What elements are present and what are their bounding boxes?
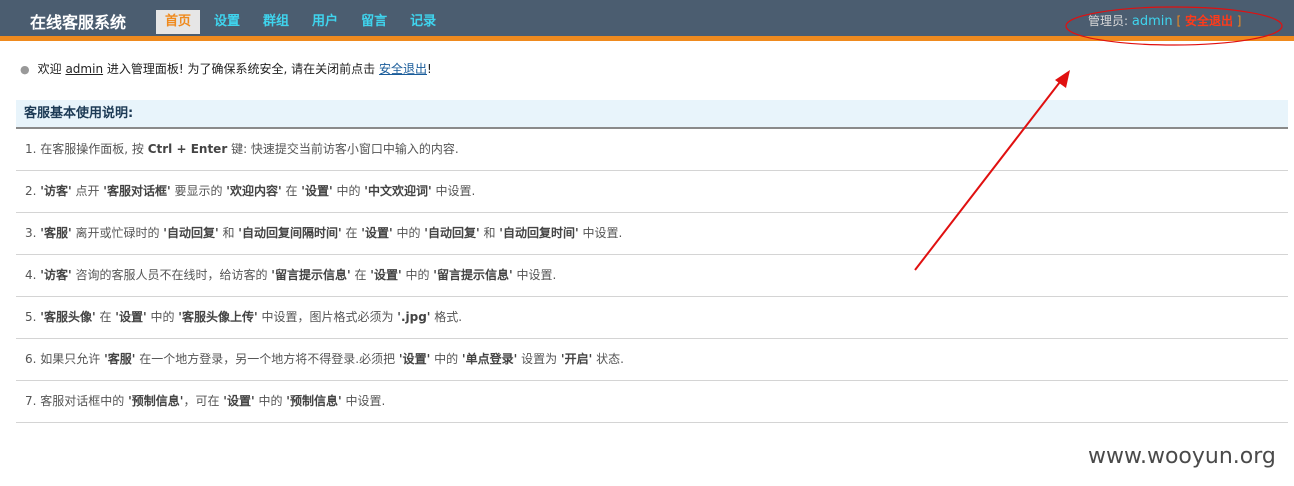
instruction-text: 离开或忙碌时的 <box>71 226 164 240</box>
bracket-open: [ <box>1176 14 1182 28</box>
nav-home[interactable]: 首页 <box>156 10 201 34</box>
instruction-keyword: '留言提示信息' <box>271 268 351 282</box>
instruction-text: 状态. <box>592 352 624 366</box>
nav-records[interactable]: 记录 <box>401 10 445 34</box>
instruction-keyword: Ctrl + Enter <box>147 142 228 156</box>
instruction-text: 和 <box>218 226 239 240</box>
instructions-list: 1. 在客服操作面板, 按 Ctrl + Enter 键: 快速提交当前访客小窗… <box>16 129 1288 423</box>
instruction-text: 7. 客服对话框中的 <box>25 394 129 408</box>
bracket-close: ] <box>1236 14 1242 28</box>
instruction-text: 中设置. <box>431 184 476 198</box>
instruction-keyword: '客服对话框' <box>103 184 171 198</box>
instruction-text: 中的 <box>254 394 287 408</box>
instruction-keyword: '设置' <box>398 352 431 366</box>
instruction-text: 中设置. <box>512 268 557 282</box>
welcome-text: 进入管理面板! 为了确保系统安全, 请在关闭前点击 <box>106 62 376 76</box>
instruction-row: 5. '客服头像' 在 '设置' 中的 '客服头像上传' 中设置，图片格式必须为… <box>16 297 1288 339</box>
instruction-text: 格式. <box>430 310 463 324</box>
instruction-text: 中的 <box>430 352 462 366</box>
instruction-keyword: '留言提示信息' <box>433 268 513 282</box>
instruction-row: 2. '访客' 点开 '客服对话框' 要显示的 '欢迎内容' 在 '设置' 中的… <box>16 171 1288 213</box>
instruction-row: 6. 如果只允许 '客服' 在一个地方登录，另一个地方将不得登录.必须把 '设置… <box>16 339 1288 381</box>
instruction-row: 4. '访客' 咨询的客服人员不在线时，给访客的 '留言提示信息' 在 '设置'… <box>16 255 1288 297</box>
admin-info: 管理员: admin [ 安全退出 ] <box>1088 12 1241 29</box>
instruction-text: 4. <box>25 268 41 282</box>
instruction-keyword: '欢迎内容' <box>226 184 282 198</box>
instruction-text: 中的 <box>332 184 365 198</box>
instruction-text: 和 <box>479 226 500 240</box>
instruction-text: 要显示的 <box>170 184 227 198</box>
instruction-text: 点开 <box>71 184 104 198</box>
instruction-text: 在 <box>95 310 116 324</box>
top-bar-stripe <box>0 36 1294 41</box>
instruction-keyword: '中文欢迎词' <box>364 184 432 198</box>
watermark: www.wooyun.org <box>1088 444 1276 469</box>
nav-users[interactable]: 用户 <box>303 10 347 34</box>
welcome-message: ● 欢迎 admin 进入管理面板! 为了确保系统安全, 请在关闭前点击 安全退出… <box>20 60 432 77</box>
instructions-panel: 客服基本使用说明: 1. 在客服操作面板, 按 Ctrl + Enter 键: … <box>16 100 1288 423</box>
instruction-text: 在 <box>350 268 371 282</box>
instruction-keyword: '单点登录' <box>461 352 518 366</box>
nav-settings[interactable]: 设置 <box>205 10 249 34</box>
instruction-text: 中设置. <box>341 394 386 408</box>
logout-link[interactable]: 安全退出 <box>1185 14 1233 28</box>
instruction-text: 在 <box>341 226 362 240</box>
welcome-user: admin <box>65 62 104 76</box>
instruction-keyword: '设置' <box>361 226 393 240</box>
bullet-icon: ● <box>20 63 30 76</box>
annotation-arrow-head <box>1055 70 1070 88</box>
instruction-row: 7. 客服对话框中的 '预制信息'，可在 '设置' 中的 '预制信息' 中设置. <box>16 381 1288 423</box>
main-nav: 首页 设置 群组 用户 留言 记录 <box>156 10 450 34</box>
instruction-row: 3. '客服' 离开或忙碌时的 '自动回复' 和 '自动回复间隔时间' 在 '设… <box>16 213 1288 255</box>
instruction-text: 6. 如果只允许 <box>25 352 105 366</box>
admin-name: admin <box>1131 14 1173 29</box>
instruction-keyword: '自动回复' <box>424 226 480 240</box>
instruction-keyword: '预制信息' <box>128 394 184 408</box>
instruction-keyword: '客服' <box>40 226 72 240</box>
instruction-keyword: '客服头像' <box>40 310 96 324</box>
instruction-keyword: '设置' <box>115 310 147 324</box>
instruction-keyword: '设置' <box>223 394 255 408</box>
welcome-logout-link[interactable]: 安全退出 <box>379 62 427 76</box>
instruction-keyword: '自动回复时间' <box>499 226 579 240</box>
welcome-suffix: ! <box>427 62 432 76</box>
instruction-text: 中的 <box>392 226 425 240</box>
instruction-text: 5. <box>25 310 41 324</box>
instruction-text: 中的 <box>401 268 434 282</box>
instruction-text: 在 <box>281 184 302 198</box>
nav-groups[interactable]: 群组 <box>254 10 298 34</box>
instruction-keyword: '预制信息' <box>286 394 342 408</box>
instruction-keyword: '客服' <box>104 352 136 366</box>
welcome-prefix: 欢迎 <box>37 62 62 76</box>
instruction-keyword: '设置' <box>370 268 402 282</box>
instruction-text: 1. 在客服操作面板, 按 <box>25 142 148 156</box>
instruction-keyword: '访客' <box>40 268 72 282</box>
instruction-text: 2. <box>25 184 41 198</box>
app-title: 在线客服系统 <box>30 13 127 32</box>
instructions-title: 客服基本使用说明: <box>16 100 1288 129</box>
instruction-text: 在一个地方登录，另一个地方将不得登录.必须把 <box>135 352 399 366</box>
instruction-text: 咨询的客服人员不在线时，给访客的 <box>71 268 272 282</box>
instruction-row: 1. 在客服操作面板, 按 Ctrl + Enter 键: 快速提交当前访客小窗… <box>16 129 1288 171</box>
instruction-text: 3. <box>25 226 41 240</box>
instruction-keyword: '.jpg' <box>397 310 431 324</box>
instruction-text: 中设置，图片格式必须为 <box>257 310 398 324</box>
instruction-text: 中设置. <box>578 226 623 240</box>
top-bar: 在线客服系统 首页 设置 群组 用户 留言 记录 管理员: admin [ 安全… <box>0 0 1294 36</box>
instruction-keyword: '设置' <box>301 184 333 198</box>
instruction-keyword: '客服头像上传' <box>178 310 258 324</box>
instruction-text: 中的 <box>146 310 179 324</box>
instruction-keyword: '访客' <box>40 184 72 198</box>
instruction-text: ，可在 <box>183 394 224 408</box>
admin-label: 管理员: <box>1088 14 1129 28</box>
nav-messages[interactable]: 留言 <box>352 10 396 34</box>
instruction-text: 设置为 <box>517 352 561 366</box>
instruction-text: 键: 快速提交当前访客小窗口中输入的内容. <box>227 142 459 156</box>
instruction-keyword: '开启' <box>560 352 593 366</box>
instruction-keyword: '自动回复间隔时间' <box>238 226 342 240</box>
instruction-keyword: '自动回复' <box>163 226 219 240</box>
